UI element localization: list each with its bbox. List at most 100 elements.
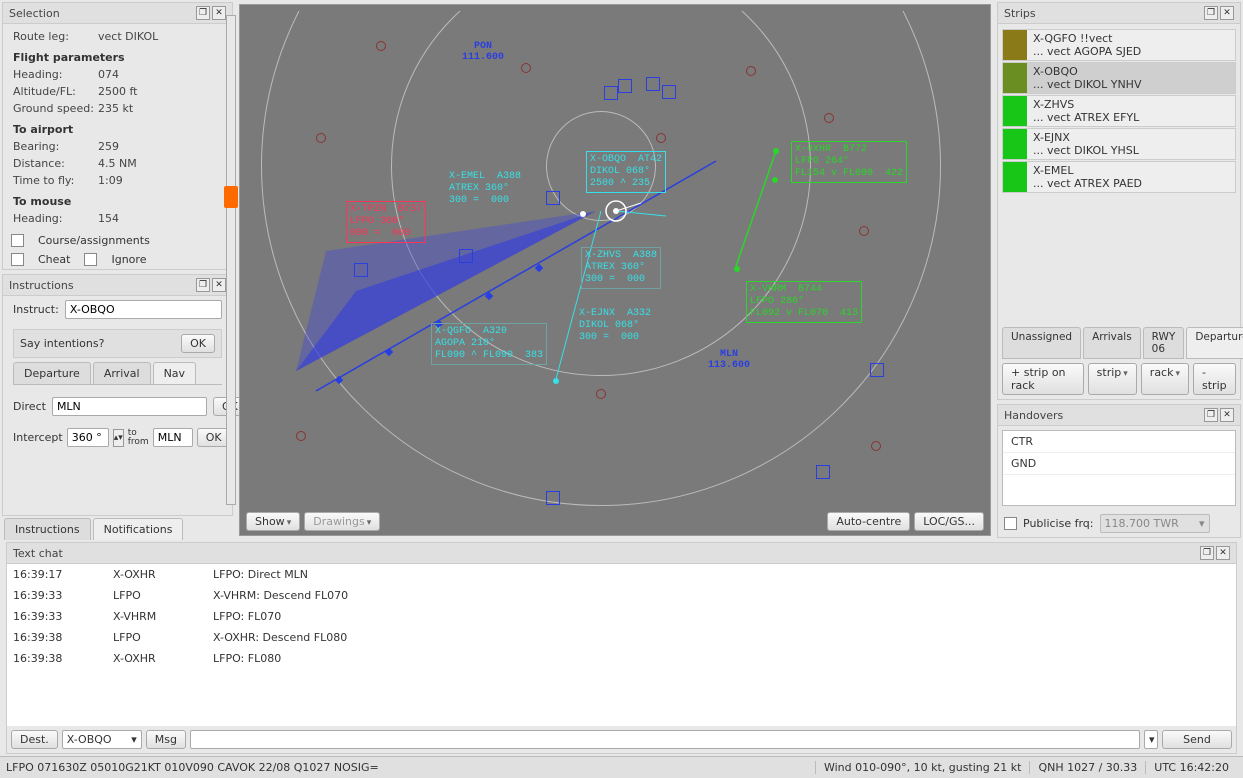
chat-row: 16:39:38X-OXHRLFPO: FL080	[7, 648, 1236, 669]
wind-text: Wind 010-090°, 10 kt, gusting 21 kt	[815, 761, 1029, 774]
chat-row: 16:39:17X-OXHRLFPO: Direct MLN	[7, 564, 1236, 585]
drawings-button[interactable]: Drawings	[304, 512, 380, 531]
chevron-down-icon: ▾	[1199, 517, 1205, 530]
strips-title: Strips	[1004, 7, 1036, 20]
handover-item[interactable]: GND	[1003, 453, 1235, 475]
restore-icon[interactable]: ❐	[196, 278, 210, 292]
tab-arrival[interactable]: Arrival	[93, 362, 151, 384]
rack-button[interactable]: rack	[1141, 363, 1189, 395]
ignore-checkbox[interactable]	[84, 253, 97, 266]
direct-input[interactable]	[52, 397, 207, 416]
autocentre-button[interactable]: Auto-centre	[827, 512, 910, 531]
handovers-panel: Handovers ❐ ✕ CTR GND Publicise frq: 118…	[997, 404, 1241, 538]
intercept-fix-input[interactable]	[153, 428, 193, 447]
strip-tab-departures[interactable]: Departures	[1186, 327, 1243, 359]
aircraft-blip[interactable]	[734, 266, 740, 272]
text-chat-panel: Text chat ❐ ✕ 16:39:17X-OXHRLFPO: Direct…	[6, 542, 1237, 754]
close-icon[interactable]: ✕	[1220, 6, 1234, 20]
handover-list[interactable]: CTR GND	[1002, 430, 1236, 506]
nav-square-icon	[646, 77, 660, 91]
navaid-icon	[376, 41, 386, 51]
datablock-obqo[interactable]: X-OBQO AT42 DIKOL 068° 2500 ^ 235	[586, 151, 666, 193]
instructions-panel: Instructions ❐ ✕ Instruct: Say intention…	[2, 274, 233, 516]
nav-square-icon	[604, 86, 618, 100]
send-button[interactable]: Send	[1162, 730, 1232, 749]
range-slider[interactable]	[226, 15, 236, 505]
datablock-vhrm[interactable]: X-VHRM B744 LFPO 286° FL092 v FL070 413	[746, 281, 862, 323]
chat-row: 16:39:33X-VHRMLFPO: FL070	[7, 606, 1236, 627]
utc-text: UTC 16:42:20	[1145, 761, 1237, 774]
instruct-input[interactable]	[65, 300, 222, 319]
datablock-qgfo[interactable]: X-QGFO A320 AGOPA 210° FL090 ^ FL090 383	[431, 323, 547, 365]
restore-icon[interactable]: ❐	[1204, 408, 1218, 422]
restore-icon[interactable]: ❐	[196, 6, 210, 20]
lower-tab-instructions[interactable]: Instructions	[4, 518, 91, 540]
navaid-icon	[746, 66, 756, 76]
chat-row: 16:39:33LFPOX-VHRM: Descend FL070	[7, 585, 1236, 606]
strip-minus-button[interactable]: - strip	[1193, 363, 1236, 395]
restore-icon[interactable]: ❐	[1200, 546, 1214, 560]
flight-strip[interactable]: X-ZHVS... vect ATREX EFYL	[1002, 95, 1236, 127]
msg-button[interactable]: Msg	[146, 730, 186, 749]
navaid-icon	[521, 63, 531, 73]
tab-departure[interactable]: Departure	[13, 362, 91, 384]
navaid-icon	[824, 113, 834, 123]
lower-tab-notifications[interactable]: Notifications	[93, 518, 184, 540]
flight-strip[interactable]: X-QGFO !!vect... vect AGOPA SJED	[1002, 29, 1236, 61]
vor-pon-label: PON 111.600	[462, 41, 504, 63]
datablock-ejnx[interactable]: X-EJNX A332 DIKOL 068° 300 = 000	[576, 306, 654, 346]
nav-square-icon	[459, 249, 473, 263]
updown-icon[interactable]: ▴▾	[113, 429, 124, 447]
dest-select[interactable]: X-OBQO▾	[62, 730, 142, 749]
navaid-icon	[871, 441, 881, 451]
navaid-icon	[656, 133, 666, 143]
course-checkbox[interactable]	[11, 234, 24, 247]
chat-message-input[interactable]	[190, 730, 1140, 749]
close-icon[interactable]: ✕	[1220, 408, 1234, 422]
handovers-title: Handovers	[1004, 409, 1063, 422]
selection-title: Selection	[9, 7, 60, 20]
locgs-button[interactable]: LOC/GS...	[914, 512, 984, 531]
aircraft-blip[interactable]	[772, 177, 778, 183]
datablock-red[interactable]: X-TPZN B737 LFPO 360° 000 = 000	[346, 201, 426, 243]
freq-select[interactable]: 118.700 TWR▾	[1100, 514, 1210, 533]
flight-strip[interactable]: X-EJNX... vect DIKOL YHSL	[1002, 128, 1236, 160]
cheat-checkbox[interactable]	[11, 253, 24, 266]
show-button[interactable]: Show	[246, 512, 300, 531]
close-icon[interactable]: ✕	[212, 278, 226, 292]
nav-square-icon	[816, 465, 830, 479]
datablock-emel[interactable]: X-EMEL A388 ATREX 360° 300 = 000	[446, 169, 524, 209]
nav-square-icon	[546, 191, 560, 205]
navaid-icon	[316, 133, 326, 143]
handover-item[interactable]: CTR	[1003, 431, 1235, 453]
nav-square-icon	[618, 79, 632, 93]
aircraft-blip[interactable]	[580, 211, 586, 217]
strip-tab-unassigned[interactable]: Unassigned	[1002, 327, 1081, 359]
radar-scope[interactable]: PON 111.600 MLN 113.600	[239, 4, 991, 536]
strip-tab-arrivals[interactable]: Arrivals	[1083, 327, 1141, 359]
restore-icon[interactable]: ❐	[1204, 6, 1218, 20]
dest-button[interactable]: Dest.	[11, 730, 58, 749]
strip-button[interactable]: strip	[1088, 363, 1137, 395]
flight-strip[interactable]: X-EMEL... vect ATREX PAED	[1002, 161, 1236, 193]
strip-on-rack-button[interactable]: + strip on rack	[1002, 363, 1084, 395]
datablock-zhvs[interactable]: X-ZHVS A388 ATREX 360° 300 = 000	[581, 247, 661, 289]
chat-history-dropdown[interactable]: ▾	[1144, 730, 1158, 749]
close-icon[interactable]: ✕	[212, 6, 226, 20]
selection-panel: Selection ❐ ✕ Route leg:vect DIKOL Fligh…	[2, 2, 233, 270]
navaid-icon	[859, 226, 869, 236]
close-icon[interactable]: ✕	[1216, 546, 1230, 560]
strip-tab-rwy06[interactable]: RWY 06	[1143, 327, 1185, 359]
tab-nav[interactable]: Nav	[153, 362, 196, 384]
say-intentions-ok-button[interactable]: OK	[181, 334, 215, 353]
datablock-oxhr[interactable]: X-OXHR B772 LFPO 264° FL154 v FL080 422	[791, 141, 907, 183]
metar-text: LFPO 071630Z 05010G21KT 010V090 CAVOK 22…	[6, 761, 379, 774]
strips-panel: Strips ❐ ✕ X-QGFO !!vect... vect AGOPA S…	[997, 2, 1241, 400]
chevron-down-icon: ▾	[131, 733, 137, 746]
flight-strip[interactable]: X-OBQO... vect DIKOL YNHV	[1002, 62, 1236, 94]
publicise-checkbox[interactable]	[1004, 517, 1017, 530]
intercept-deg-input[interactable]	[67, 428, 109, 447]
nav-square-icon	[870, 363, 884, 377]
navaid-icon	[296, 431, 306, 441]
vor-mln-label: MLN 113.600	[708, 349, 750, 371]
